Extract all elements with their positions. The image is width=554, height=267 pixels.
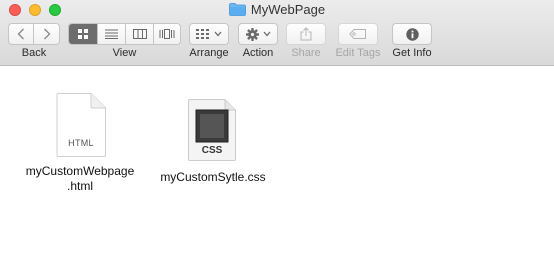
get-info-button[interactable] <box>392 23 432 45</box>
chevron-right-icon <box>43 28 50 40</box>
titlebar-toolbar: MyWebPage Back View Arrange Action Share… <box>0 0 554 66</box>
file-name-html[interactable]: myCustomWebpage .html <box>15 164 145 194</box>
action-button[interactable] <box>238 23 278 45</box>
chevron-down-icon <box>263 31 270 37</box>
arrange-button[interactable] <box>189 23 229 45</box>
share-button[interactable] <box>286 23 326 45</box>
view-columns-button[interactable] <box>125 24 153 44</box>
file-name-css[interactable]: myCustomSytle.css <box>147 170 279 185</box>
folder-icon <box>229 3 246 19</box>
view-label: View <box>112 47 137 59</box>
file-browser-area: HTML myCustomWebpage .html CSS myCustomS… <box>0 66 554 267</box>
columns-icon <box>132 29 147 39</box>
info-icon <box>405 27 419 41</box>
html-icon-label: HTML <box>68 138 94 148</box>
window-title: MyWebPage <box>0 2 554 19</box>
forward-button[interactable] <box>34 24 59 44</box>
share-icon <box>300 27 312 41</box>
edit-tags-button[interactable] <box>338 23 378 45</box>
arrange-grid-icon <box>196 29 209 39</box>
back-label: Back <box>21 47 47 59</box>
view-segmented-control <box>68 23 181 45</box>
css-icon-label: CSS <box>201 145 223 156</box>
list-icon <box>105 29 118 39</box>
gear-icon <box>245 27 259 41</box>
file-name-html-line2: .html <box>66 179 93 193</box>
back-forward-control <box>8 23 60 45</box>
share-label: Share <box>291 47 321 59</box>
file-item-css[interactable]: CSS <box>187 99 237 161</box>
view-coverflow-button[interactable] <box>153 24 180 44</box>
action-label: Action <box>242 47 274 59</box>
file-item-html[interactable]: HTML <box>55 93 107 157</box>
icon-grid-icon <box>78 29 88 39</box>
file-name-html-line1: myCustomWebpage <box>25 164 135 178</box>
get-info-label: Get Info <box>392 47 432 59</box>
chevron-left-icon <box>17 28 24 40</box>
tag-icon <box>349 29 366 39</box>
finder-window: MyWebPage Back View Arrange Action Share… <box>0 0 554 267</box>
view-icon-button[interactable] <box>69 24 97 44</box>
back-button[interactable] <box>9 24 34 44</box>
window-title-text: MyWebPage <box>250 2 326 17</box>
chevron-down-icon <box>214 31 222 37</box>
edit-tags-label: Edit Tags <box>335 47 381 59</box>
view-list-button[interactable] <box>97 24 125 44</box>
file-name-css-line1: myCustomSytle.css <box>160 170 266 184</box>
coverflow-icon <box>159 29 175 39</box>
arrange-label: Arrange <box>189 47 229 59</box>
